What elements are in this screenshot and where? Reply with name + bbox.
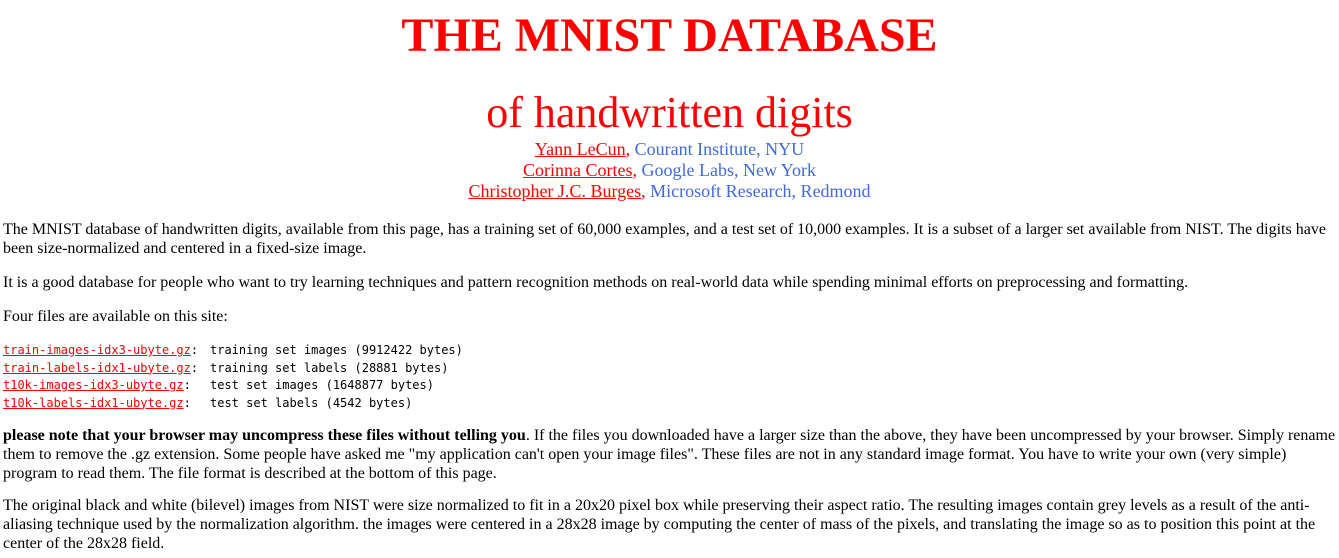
original-images-paragraph: The original black and white (bilevel) i… [3,497,1316,552]
author-line-lecun: Yann LeCun, Courant Institute, NYU [0,139,1339,160]
author-comma: , [632,160,638,180]
author-comma: , [641,181,646,201]
author-comma: , [625,139,631,159]
author-line-burges: Christopher J.C. Burges, Microsoft Resea… [0,181,1339,202]
file-link-test-labels[interactable]: t10k-labels-idx1-ubyte.gz [3,396,184,410]
author-affiliation-lecun: Courant Institute, NYU [634,139,805,159]
four-files-paragraph: Four files are available on this site: [3,308,228,325]
browser-note-bold: please note that your browser may uncomp… [3,427,526,444]
file-link-train-labels[interactable]: train-labels-idx1-ubyte.gz [3,361,191,375]
file-row: t10k-labels-idx1-ubyte.gz: test set label… [3,395,413,410]
file-row: t10k-images-idx3-ubyte.gz: test set image… [3,378,434,392]
file-description: test set labels (4542 bytes) [210,395,413,410]
browser-note-paragraph: please note that your browser may uncomp… [3,426,1337,483]
file-list: train-images-idx3-ubyte.gz: training set … [3,342,463,412]
good-database-paragraph: It is a good database for people who wan… [3,274,1189,291]
file-description: training set labels (28881 bytes) [210,360,449,375]
intro-paragraph: The MNIST database of handwritten digits… [3,221,1326,257]
file-row: train-images-idx3-ubyte.gz: training set … [3,343,463,357]
file-row: train-labels-idx1-ubyte.gz: training set … [3,360,449,375]
author-link-lecun[interactable]: Yann LeCun [535,139,626,159]
author-affiliation-burges: Microsoft Research, Redmond [650,181,871,201]
file-link-test-images[interactable]: t10k-images-idx3-ubyte.gz [3,378,184,392]
file-description: test set images (1648877 bytes) [210,378,434,392]
page-title: THE MNIST DATABASE [401,9,938,62]
file-description: training set images (9912422 bytes) [210,343,463,357]
author-link-cortes[interactable]: Corinna Cortes [523,160,633,180]
author-link-burges[interactable]: Christopher J.C. Burges [468,181,641,201]
authors-block: Yann LeCun, Courant Institute, NYU Corin… [0,139,1339,202]
page-subtitle: of handwritten digits [486,88,853,137]
file-link-train-images[interactable]: train-images-idx3-ubyte.gz [3,343,191,357]
author-affiliation-cortes: Google Labs, New York [641,160,817,180]
author-line-cortes: Corinna Cortes, Google Labs, New York [0,160,1339,181]
